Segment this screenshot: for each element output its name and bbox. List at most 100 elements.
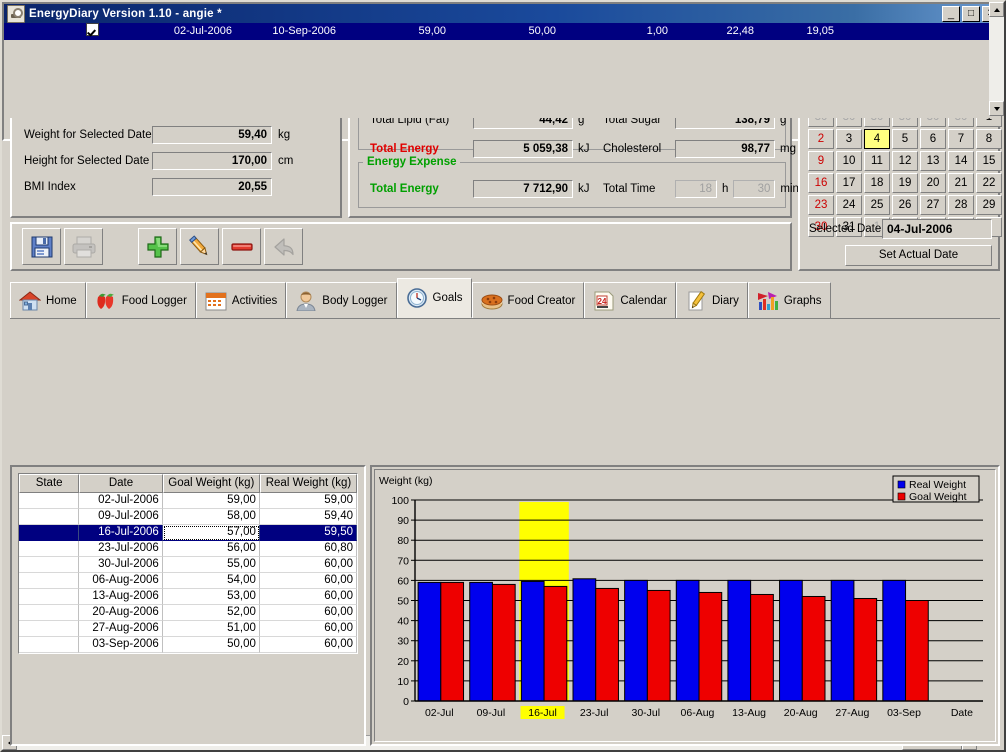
vscroll-track[interactable] xyxy=(989,17,1004,101)
goals-table-cell[interactable]: 19,05 xyxy=(758,23,838,40)
detail-table-cell[interactable]: 60,00 xyxy=(260,637,357,653)
tab-activities[interactable]: Activities xyxy=(196,282,286,318)
tab-food-creator[interactable]: Food Creator xyxy=(472,282,585,318)
user-field-value[interactable]: 170,00 xyxy=(152,152,272,170)
detail-table-cell[interactable]: 60,00 xyxy=(260,589,357,605)
calendar-day[interactable]: 9 xyxy=(808,151,834,171)
tab-goals[interactable]: Goals xyxy=(397,278,472,318)
detail-table-row[interactable]: 09-Jul-200658,0059,40 xyxy=(19,509,357,525)
detail-table-row[interactable]: 30-Jul-200655,0060,00 xyxy=(19,557,357,573)
calendar-day[interactable]: 26 xyxy=(892,195,918,215)
calendar-day[interactable]: 23 xyxy=(808,195,834,215)
detail-table-row[interactable]: 13-Aug-200653,0060,00 xyxy=(19,589,357,605)
add-button[interactable] xyxy=(138,228,177,265)
calendar-day[interactable]: 29 xyxy=(976,195,1002,215)
detail-table-cell[interactable]: 03-Sep-2006 xyxy=(79,637,163,653)
detail-table-cell[interactable]: 60,00 xyxy=(260,621,357,637)
detail-table-cell[interactable] xyxy=(19,573,79,589)
tab-graphs[interactable]: Graphs xyxy=(748,282,831,318)
detail-table-cell[interactable] xyxy=(19,525,79,541)
goals-table-cell[interactable] xyxy=(60,23,126,40)
detail-table-cell[interactable]: 51,00 xyxy=(163,621,260,637)
calendar-day[interactable]: 12 xyxy=(892,151,918,171)
detail-table-cell[interactable]: 55,00 xyxy=(163,557,260,573)
goals-table-cell[interactable]: 10-Sep-2006 xyxy=(236,23,340,40)
detail-table-cell[interactable]: 02-Jul-2006 xyxy=(79,493,163,509)
tab-food-logger[interactable]: Food Logger xyxy=(86,282,196,318)
goals-table-cell[interactable]: 02-Jul-2006 xyxy=(126,23,236,40)
save-button[interactable] xyxy=(22,228,61,265)
expense-total-energy-value[interactable]: 7 712,90 xyxy=(473,180,573,198)
calendar-day[interactable]: 15 xyxy=(976,151,1002,171)
goals-table-cell[interactable] xyxy=(4,23,60,40)
delete-button[interactable] xyxy=(222,228,261,265)
goals-table-cell[interactable]: 59,00 xyxy=(340,23,450,40)
detail-table-cell[interactable]: 57,00 xyxy=(163,525,260,541)
goals-table-row[interactable]: 02-Jul-200610-Sep-200659,0050,001,0022,4… xyxy=(4,23,994,40)
goals-table-cell[interactable]: 50,00 xyxy=(450,23,560,40)
calendar-day[interactable]: 24 xyxy=(836,195,862,215)
detail-table-cell[interactable]: 60,80 xyxy=(260,541,357,557)
scroll-up-icon[interactable] xyxy=(989,2,1004,17)
calendar-day[interactable]: 28 xyxy=(948,195,974,215)
detail-table-cell[interactable] xyxy=(19,541,79,557)
detail-table-cell[interactable] xyxy=(19,557,79,573)
detail-table-cell[interactable]: 60,00 xyxy=(260,557,357,573)
calendar-day[interactable]: 3 xyxy=(836,129,862,149)
detail-table-cell[interactable]: 60,00 xyxy=(260,605,357,621)
detail-table-row[interactable]: 20-Aug-200652,0060,00 xyxy=(19,605,357,621)
detail-table-row[interactable]: 02-Jul-200659,0059,00 xyxy=(19,493,357,509)
calendar-day[interactable]: 13 xyxy=(920,151,946,171)
calendar-day[interactable]: 6 xyxy=(920,129,946,149)
calendar-day[interactable]: 2 xyxy=(808,129,834,149)
detail-table-cell[interactable]: 54,00 xyxy=(163,573,260,589)
detail-column-header[interactable]: State xyxy=(19,474,79,493)
goals-grid-vertical-scrollbar[interactable] xyxy=(989,2,1004,116)
detail-table-row[interactable]: 27-Aug-200651,0060,00 xyxy=(19,621,357,637)
active-checkbox[interactable] xyxy=(86,23,99,36)
detail-table-cell[interactable]: 56,00 xyxy=(163,541,260,557)
calendar-day[interactable]: 14 xyxy=(948,151,974,171)
calendar-day[interactable]: 17 xyxy=(836,173,862,193)
detail-table-cell[interactable]: 09-Jul-2006 xyxy=(79,509,163,525)
goals-table-cell[interactable] xyxy=(838,23,989,40)
tab-home[interactable]: Home xyxy=(10,282,86,318)
detail-table-cell[interactable]: 16-Jul-2006 xyxy=(79,525,163,541)
user-field-value[interactable]: 59,40 xyxy=(152,126,272,144)
detail-table-cell[interactable]: 20-Aug-2006 xyxy=(79,605,163,621)
energy-income-value[interactable]: 5 059,38 xyxy=(473,140,573,158)
calendar-day[interactable]: 8 xyxy=(976,129,1002,149)
detail-column-header[interactable]: Goal Weight (kg) xyxy=(163,474,260,493)
detail-table-row[interactable]: 16-Jul-200657,0059,50 xyxy=(19,525,357,541)
calendar-day[interactable]: 22 xyxy=(976,173,1002,193)
detail-table-cell[interactable]: 58,00 xyxy=(163,509,260,525)
calendar-day[interactable]: 10 xyxy=(836,151,862,171)
detail-table-cell[interactable] xyxy=(19,637,79,653)
calendar-day[interactable]: 11 xyxy=(864,151,890,171)
detail-table-cell[interactable] xyxy=(19,621,79,637)
detail-table-cell[interactable] xyxy=(19,509,79,525)
detail-table-row[interactable]: 06-Aug-200654,0060,00 xyxy=(19,573,357,589)
detail-column-header[interactable]: Real Weight (kg) xyxy=(260,474,357,493)
user-field-value[interactable]: 20,55 xyxy=(152,178,272,196)
total-time-hours[interactable]: 18 xyxy=(675,180,717,198)
tab-body-logger[interactable]: Body Logger xyxy=(286,282,396,318)
total-time-minutes[interactable]: 30 xyxy=(733,180,775,198)
calendar-day[interactable]: 7 xyxy=(948,129,974,149)
calendar-day[interactable]: 19 xyxy=(892,173,918,193)
detail-table-row[interactable]: 03-Sep-200650,0060,00 xyxy=(19,637,357,653)
calendar-day[interactable]: 27 xyxy=(920,195,946,215)
detail-table-cell[interactable]: 06-Aug-2006 xyxy=(79,573,163,589)
tab-diary[interactable]: Diary xyxy=(676,282,748,318)
detail-table-cell[interactable]: 27-Aug-2006 xyxy=(79,621,163,637)
detail-table-cell[interactable]: 59,00 xyxy=(163,493,260,509)
calendar-day[interactable]: 5 xyxy=(892,129,918,149)
maximize-button[interactable]: □ xyxy=(962,6,980,22)
calendar-day[interactable]: 18 xyxy=(864,173,890,193)
goals-table-cell[interactable]: 1,00 xyxy=(560,23,672,40)
goals-table-cell[interactable]: 22,48 xyxy=(672,23,758,40)
calendar-day[interactable]: 25 xyxy=(864,195,890,215)
detail-table-cell[interactable]: 59,00 xyxy=(260,493,357,509)
detail-table-cell[interactable]: 13-Aug-2006 xyxy=(79,589,163,605)
calendar-day-selected[interactable]: 4 xyxy=(864,129,890,149)
